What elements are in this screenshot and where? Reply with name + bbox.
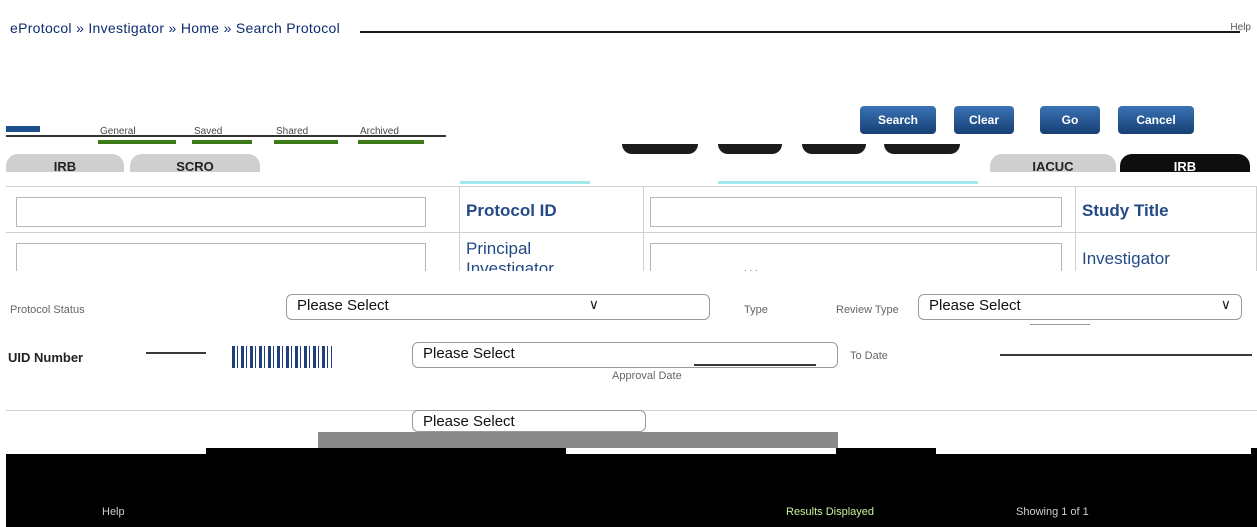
form-cell: Protocol ID xyxy=(460,187,644,233)
chevron-down-icon: ∨ xyxy=(588,296,599,312)
divider xyxy=(694,364,816,366)
panel-edge xyxy=(566,448,836,454)
subtab-archived[interactable]: Archived xyxy=(358,126,424,144)
form-cell: Principal Investigator xyxy=(460,233,644,271)
pagination-text: Showing 1 of 1 xyxy=(1016,506,1089,518)
protocol-status-label: Protocol Status xyxy=(10,304,85,316)
protocol-id-label: Protocol ID xyxy=(466,201,557,220)
chevron-down-icon: ∨ xyxy=(1220,296,1231,312)
button-shadow xyxy=(802,144,866,154)
approval-date-label: Approval Date xyxy=(612,370,682,382)
form-cell xyxy=(6,187,460,233)
protocol-status-select-value: Please Select xyxy=(297,297,389,314)
tab-irb-active[interactable]: IRB xyxy=(1120,154,1250,172)
study-title-label: Study Title xyxy=(1082,201,1169,220)
breadcrumb-separator: » xyxy=(223,20,232,36)
tab-indicator xyxy=(460,181,590,184)
review-type-select[interactable]: Please Select ∨ xyxy=(918,294,1242,320)
protocol-status-select[interactable]: Please Select ∨ xyxy=(286,294,710,320)
form-cell: · · · xyxy=(644,233,1076,275)
sort-select[interactable]: Please Select xyxy=(412,410,646,432)
form-cell xyxy=(6,233,460,271)
filter-row: Protocol Status Please Select ∨ Type Rev… xyxy=(0,290,1257,330)
subtabs-marker xyxy=(6,126,40,132)
to-date-label: To Date xyxy=(850,350,888,362)
breadcrumb-separator: » xyxy=(76,20,85,36)
uid-label: UID Number xyxy=(8,350,84,365)
breadcrumb: eProtocol » Investigator » Home » Search… xyxy=(10,20,340,36)
study-title-input[interactable] xyxy=(16,243,426,271)
help-link[interactable]: Help xyxy=(1230,22,1251,33)
barcode-icon xyxy=(232,346,332,368)
approval-select-value: Please Select xyxy=(423,345,515,362)
divider xyxy=(1000,354,1252,356)
results-displayed-text: Results Displayed xyxy=(786,506,875,518)
breadcrumb-bar: eProtocol » Investigator » Home » Search… xyxy=(0,0,1257,44)
search-button[interactable]: Search xyxy=(860,106,936,134)
input-hint: · · · xyxy=(744,265,758,275)
breadcrumb-divider xyxy=(360,31,1240,33)
button-shadow xyxy=(884,144,960,154)
sort-select-value: Please Select xyxy=(423,413,515,430)
go-button[interactable]: Go xyxy=(1040,106,1100,134)
principal-investigator-label: Principal Investigator xyxy=(466,239,554,271)
subtab-saved[interactable]: Saved xyxy=(192,126,252,144)
tab-indicator xyxy=(718,181,978,184)
breadcrumb-separator: » xyxy=(168,20,177,36)
breadcrumb-item-search-protocol: Search Protocol xyxy=(235,20,340,36)
divider xyxy=(1030,324,1090,325)
panel-edge xyxy=(936,448,1251,454)
protocol-id-input[interactable] xyxy=(650,197,1062,227)
form-cell xyxy=(644,187,1076,233)
search-form-grid: Protocol ID Study Title Principal Invest… xyxy=(6,186,1257,275)
cancel-button[interactable]: Cancel xyxy=(1118,106,1194,134)
help-footer-link[interactable]: Help xyxy=(102,506,125,518)
results-panel: Help Results Displayed Showing 1 of 1 xyxy=(6,448,1257,527)
breadcrumb-item-home[interactable]: Home xyxy=(181,20,220,36)
form-cell: Investigator xyxy=(1076,233,1257,271)
investigator-label: Investigator xyxy=(1082,249,1170,268)
breadcrumb-item-investigator[interactable]: Investigator xyxy=(88,20,164,36)
tab-irb[interactable]: IRB xyxy=(6,154,124,172)
divider xyxy=(146,352,206,354)
clear-button[interactable]: Clear xyxy=(954,106,1014,134)
subtab-shared[interactable]: Shared xyxy=(274,126,338,144)
principal-investigator-input[interactable] xyxy=(650,243,1062,271)
subtab-general[interactable]: General xyxy=(98,126,176,144)
form-cell: Study Title xyxy=(1076,187,1257,233)
review-type-select-value: Please Select xyxy=(929,297,1021,314)
button-shadow xyxy=(718,144,782,154)
progress-track xyxy=(318,432,838,448)
tab-iacuc[interactable]: IACUC xyxy=(990,154,1116,172)
review-type-label: Review Type xyxy=(836,304,899,316)
breadcrumb-item-eprotocol[interactable]: eProtocol xyxy=(10,20,72,36)
filter-row-2: UID Number Please Select Approval Date T… xyxy=(0,340,1257,382)
button-shadow xyxy=(622,144,698,154)
panel-edge xyxy=(6,448,206,454)
tab-scro[interactable]: SCRO xyxy=(130,154,260,172)
keyword-input[interactable] xyxy=(16,197,426,227)
type-label: Type xyxy=(744,304,768,316)
